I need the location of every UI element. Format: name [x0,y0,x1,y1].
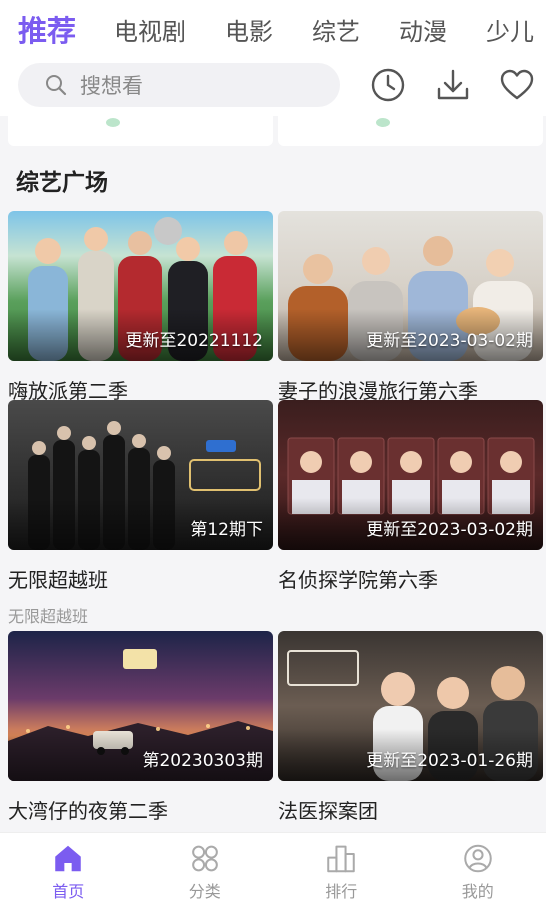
tab-kids[interactable]: 少儿 [486,12,534,47]
episode-badge: 第12期下 [190,520,263,540]
ranking-icon [327,845,356,873]
history-icon[interactable] [370,67,406,103]
search-icon [46,75,67,96]
show-thumbnail[interactable]: 更新至20221112 [8,211,273,361]
previous-card-fragment [278,116,543,146]
nav-home-label: 首页 [52,882,85,901]
update-badge: 更新至2023-03-02期 [366,331,533,351]
category-tabs: 推荐 电视剧 电影 综艺 动漫 少儿 [0,0,546,58]
update-badge: 更新至2023-01-26期 [366,751,533,771]
show-thumbnail[interactable]: 更新至2023-03-02期 [278,211,543,361]
show-card[interactable]: 更新至2023-01-26期 法医探案团 [278,631,543,824]
show-title: 法医探案团 [278,799,378,823]
tab-movies[interactable]: 电影 [225,12,273,47]
download-icon[interactable] [435,67,471,103]
tab-tv-series[interactable]: 电视剧 [114,12,186,47]
update-badge: 更新至2023-03-02期 [366,520,533,540]
show-subtitle: 无限超越班 [8,607,89,626]
nav-profile-label: 我的 [461,882,494,901]
show-thumbnail[interactable]: 第12期下 [8,400,273,550]
tab-variety[interactable]: 综艺 [312,12,360,47]
home-icon [55,845,82,872]
show-title: 无限超越班 [8,568,108,592]
show-card[interactable]: 第20230303期 大湾仔的夜第二季 [8,631,273,824]
bottom-nav: 首页 分类 排行 我的 [0,832,546,902]
show-card[interactable]: 更新至20221112 嗨放派第二季 [8,211,273,404]
nav-home[interactable]: 首页 [0,833,137,902]
show-title: 大湾仔的夜第二季 [8,799,168,823]
search-input[interactable]: 搜想看 [18,63,340,107]
nav-ranking-label: 排行 [325,882,358,901]
nav-profile[interactable]: 我的 [410,833,546,902]
show-card[interactable]: 更新至2023-03-02期 名侦探学院第六季 [278,400,543,593]
show-thumbnail[interactable]: 更新至2023-01-26期 [278,631,543,781]
show-thumbnail[interactable]: 第20230303期 [8,631,273,781]
tab-recommend[interactable]: 推荐 [18,8,76,50]
profile-icon [463,844,492,873]
previous-card-fragment [8,116,273,146]
show-card[interactable]: 第12期下 无限超越班 无限超越班 [8,400,273,627]
episode-badge: 第20230303期 [142,751,263,771]
update-badge: 更新至20221112 [125,331,263,351]
section-title: 综艺广场 [16,170,108,196]
nav-ranking[interactable]: 排行 [273,833,410,902]
show-card[interactable]: 更新至2023-03-02期 妻子的浪漫旅行第六季 [278,211,543,404]
search-row: 搜想看 [0,58,546,116]
show-thumbnail[interactable]: 更新至2023-03-02期 [278,400,543,550]
tab-anime[interactable]: 动漫 [399,12,447,47]
nav-category-label: 分类 [188,882,221,901]
nav-category[interactable]: 分类 [137,833,274,902]
search-placeholder: 搜想看 [80,74,143,98]
category-icon [191,845,218,872]
show-title: 名侦探学院第六季 [278,568,438,592]
favorite-icon[interactable] [499,67,535,103]
